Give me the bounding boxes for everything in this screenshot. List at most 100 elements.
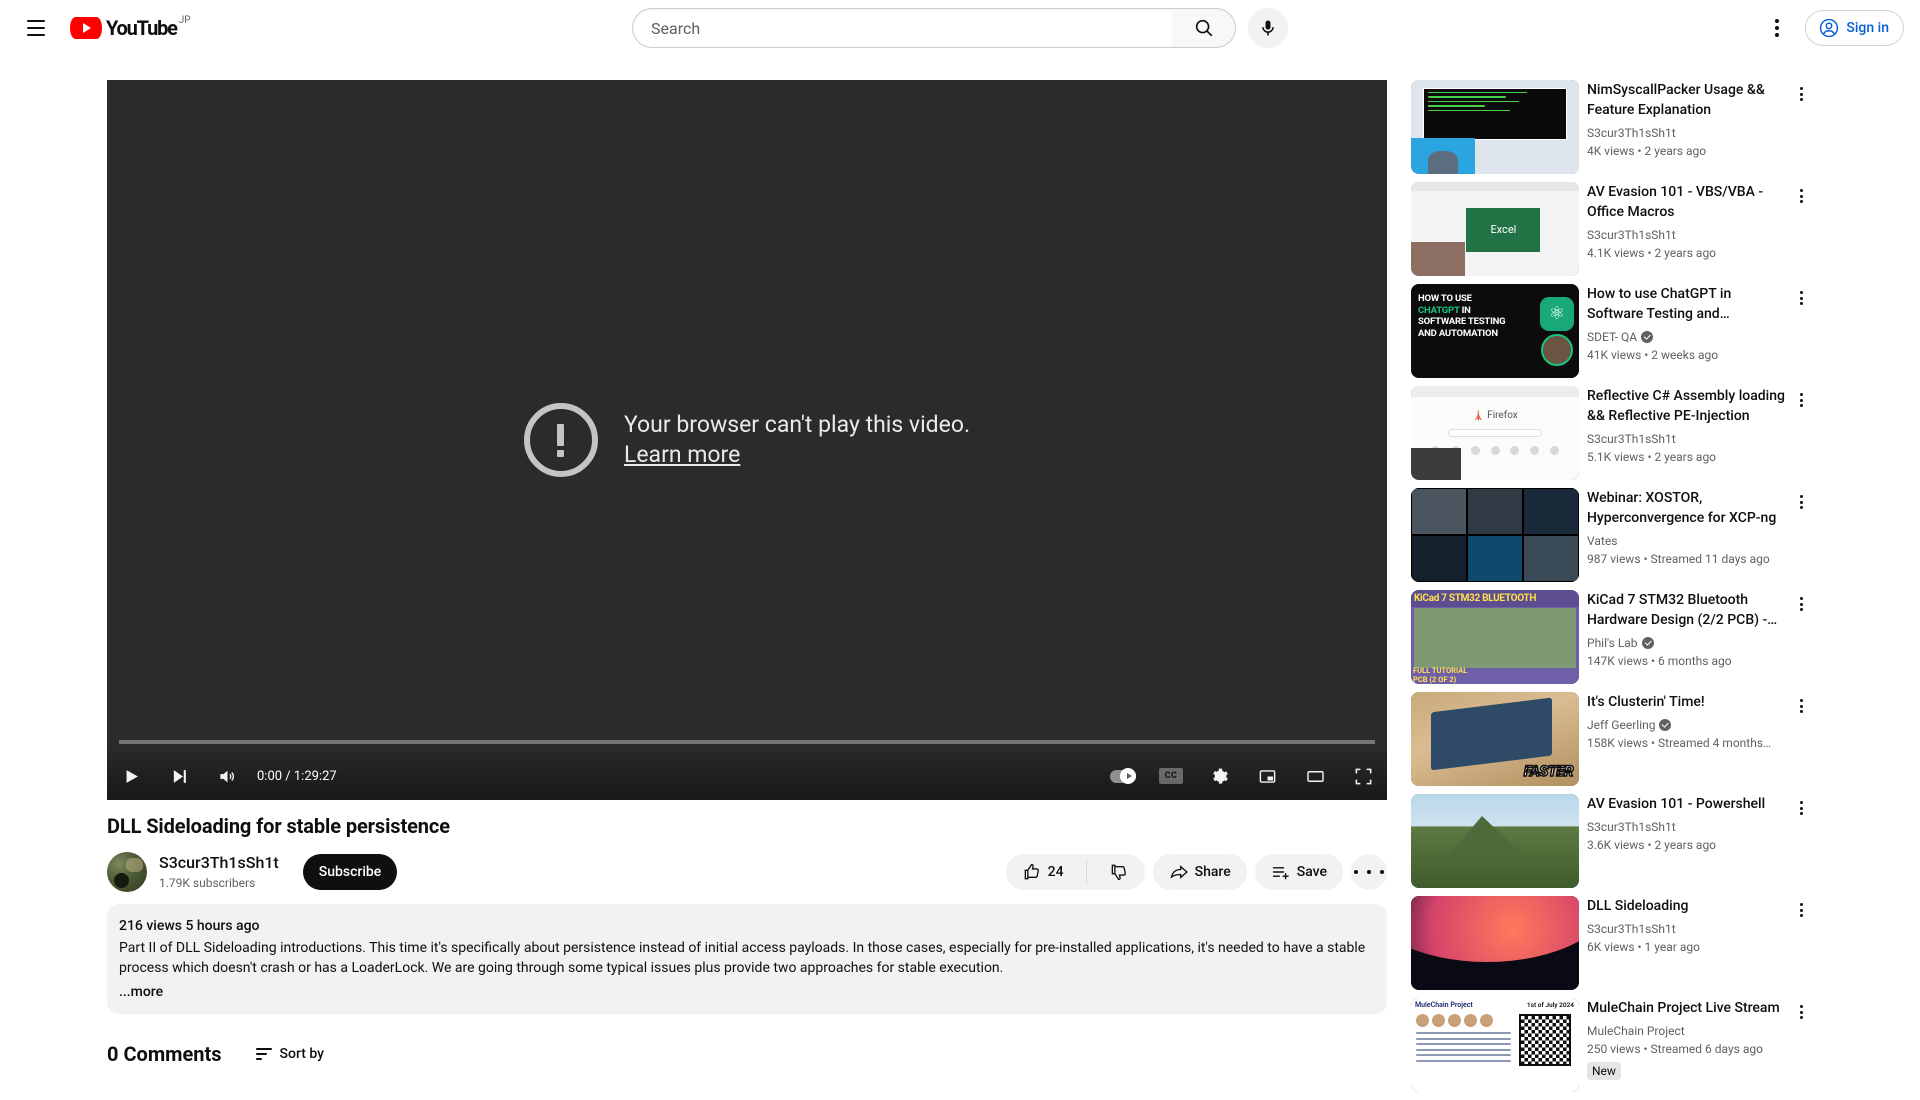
list-item[interactable]: DLL Sideloading S3cur3Th1sSh1t 6K views … [1411,896,1813,990]
search-button[interactable] [1172,8,1236,48]
video-menu-icon[interactable] [1789,1000,1813,1024]
video-meta: It's Clusterin' Time! Jeff Geerling 158K… [1587,692,1813,786]
video-title: Reflective C# Assembly loading && Reflec… [1587,388,1785,424]
video-menu-icon[interactable] [1789,694,1813,718]
fullscreen-button[interactable] [1339,752,1387,800]
video-thumbnail[interactable]: KiCad 7 STM32 BLUETOOTH FULL TUTORIAL PC… [1411,590,1579,684]
youtube-logo[interactable]: YouTube JP [68,0,205,57]
video-thumbnail[interactable]: FASTER [1411,692,1579,786]
channel-label: S3cur3Th1sSh1t [1587,126,1676,140]
volume-icon [219,770,234,782]
progress-bar[interactable] [119,740,1375,744]
hamburger-icon[interactable] [16,8,56,48]
video-description[interactable]: 216 views 5 hours ago Part II of DLL Sid… [107,904,1387,1014]
save-button[interactable]: Save [1254,854,1343,890]
next-video-button[interactable] [155,752,203,800]
like-count: 24 [1047,864,1064,880]
video-stats-line: 216 views 5 hours ago [119,918,260,934]
time-display: 0:00 / 1:29:27 [257,768,337,784]
voice-search-button[interactable] [1248,8,1288,48]
like-button[interactable]: 24 [1006,854,1080,890]
video-owner-row: S3cur3Th1sSh1t 1.79K subscribers Subscri… [107,852,1387,892]
search-input[interactable] [651,18,1172,38]
thumbnail-art-firefox: 🗼 Firefox [1411,386,1579,480]
video-menu-icon[interactable] [1789,184,1813,208]
video-menu-icon[interactable] [1789,592,1813,616]
captions-label: CC [1159,768,1183,784]
video-channel: SDET- QA [1587,328,1789,346]
video-thumbnail[interactable] [1411,80,1579,174]
miniplayer-icon [1259,769,1275,783]
mute-button[interactable] [203,752,251,800]
sort-by-button[interactable]: Sort by [255,1046,324,1062]
video-menu-icon[interactable] [1789,286,1813,310]
video-player[interactable]: Your browser can't play this video. Lear… [107,80,1387,800]
channel-label: Vates [1587,534,1618,548]
video-stats: 6K views • 1 year ago [1587,940,1700,954]
video-menu-icon[interactable] [1789,82,1813,106]
list-item[interactable]: KiCad 7 STM32 BLUETOOTH FULL TUTORIAL PC… [1411,590,1813,684]
sign-in-button[interactable]: Sign in [1805,10,1904,46]
subscribe-button[interactable]: Subscribe [302,854,398,890]
channel-label: S3cur3Th1sSh1t [1587,432,1676,446]
video-title: NimSyscallPacker Usage && Feature Explan… [1587,82,1765,118]
player-error-message: Your browser can't play this video. Lear… [107,80,1387,800]
list-item[interactable]: MuleChain Project 1st of July 2024 MuleC… [1411,998,1813,1092]
video-thumbnail[interactable]: MuleChain Project 1st of July 2024 [1411,998,1579,1092]
learn-more-link[interactable]: Learn more [624,440,970,470]
video-menu-icon[interactable] [1789,796,1813,820]
autoplay-toggle-icon[interactable] [1099,752,1147,800]
list-item[interactable]: NimSyscallPacker Usage && Feature Explan… [1411,80,1813,174]
list-item[interactable]: FASTER It's Clusterin' Time! Jeff Geerli… [1411,692,1813,786]
search-box[interactable] [632,8,1172,48]
video-meta: How to use ChatGPT in Software Testing a… [1587,284,1813,378]
video-thumbnail[interactable] [1411,794,1579,888]
video-channel: S3cur3Th1sSh1t [1587,430,1789,448]
player-settings-button[interactable] [1195,752,1243,800]
comments-header: 0 Comments Sort by [107,1042,1387,1066]
captions-button[interactable]: CC [1147,752,1195,800]
video-menu-icon[interactable] [1789,898,1813,922]
video-title: It's Clusterin' Time! [1587,694,1705,710]
list-item[interactable]: Excel AV Evasion 101 - VBS/VBA - Office … [1411,182,1813,276]
video-channel: MuleChain Project [1587,1022,1789,1040]
kebab-menu-icon[interactable] [1757,8,1797,48]
channel-name[interactable]: S3cur3Th1sSh1t [159,852,279,874]
more-actions-icon[interactable] [1351,854,1387,890]
video-title: KiCad 7 STM32 Bluetooth Hardware Design … [1587,592,1778,628]
video-stats: 3.6K views • 2 years ago [1587,838,1717,852]
video-menu-icon[interactable] [1789,388,1813,412]
video-thumbnail[interactable]: HOW TO USE CHATGPT IN SOFTWARE TESTING AND … [1411,284,1579,378]
sign-in-label: Sign in [1846,20,1889,36]
video-actions: 24 Share Save [1005,854,1387,890]
play-button[interactable] [107,752,155,800]
video-stats: 987 views • Streamed 11 days ago [1587,552,1770,566]
video-title: DLL Sideloading [1587,898,1689,914]
masthead: YouTube JP Search Sign in [0,0,1920,56]
video-menu-icon[interactable] [1789,490,1813,514]
list-item[interactable]: AV Evasion 101 - Powershell S3cur3Th1sSh… [1411,794,1813,888]
video-meta: Reflective C# Assembly loading && Reflec… [1587,386,1813,480]
video-thumbnail[interactable] [1411,896,1579,990]
video-thumbnail[interactable]: Excel [1411,182,1579,276]
video-title: AV Evasion 101 - VBS/VBA - Office Macros [1587,184,1764,220]
theater-mode-button[interactable] [1291,752,1339,800]
share-button[interactable]: Share [1152,854,1247,890]
show-more-button[interactable]: ...more [119,982,1375,1002]
list-item[interactable]: HOW TO USE CHATGPT IN SOFTWARE TESTING AND … [1411,284,1813,378]
video-thumbnail[interactable] [1411,488,1579,582]
video-thumbnail[interactable]: 🗼 Firefox [1411,386,1579,480]
thumbnail-art-mulechain: MuleChain Project 1st of July 2024 [1411,998,1579,1092]
list-item[interactable]: 🗼 Firefox Reflective C# Assembly loading… [1411,386,1813,480]
channel-avatar[interactable] [107,852,147,892]
share-icon [1170,865,1188,879]
miniplayer-button[interactable] [1243,752,1291,800]
masthead-right: Sign in [1570,8,1920,48]
dislike-button[interactable] [1093,854,1145,890]
play-icon [126,769,138,783]
video-meta: KiCad 7 STM32 Bluetooth Hardware Design … [1587,590,1813,684]
theater-mode-icon [1306,770,1324,782]
video-channel: S3cur3Th1sSh1t [1587,124,1789,142]
verified-badge-icon [1641,637,1654,649]
list-item[interactable]: Webinar: XOSTOR, Hyperconvergence for XC… [1411,488,1813,582]
